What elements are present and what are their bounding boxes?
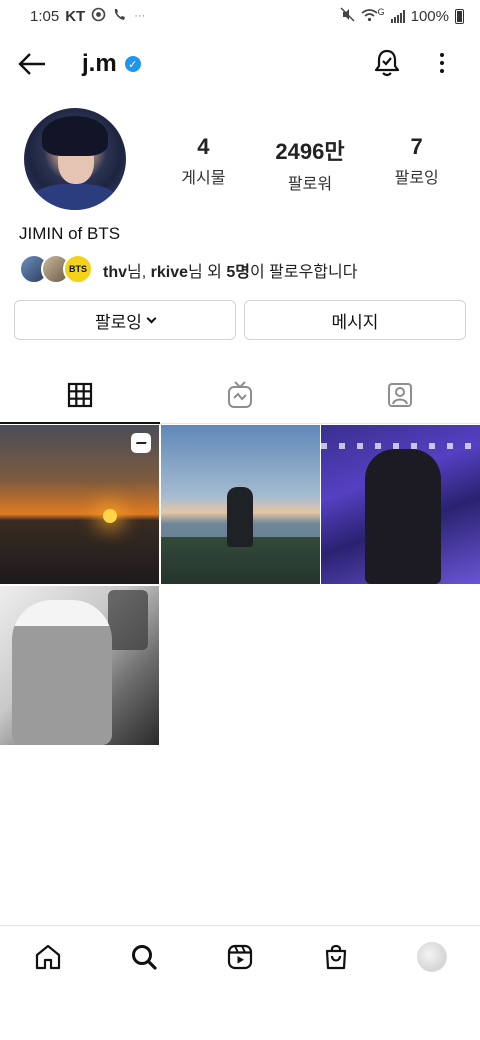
status-left: 1:05 KT ··· xyxy=(30,7,145,25)
tab-tagged[interactable] xyxy=(320,366,480,423)
search-icon xyxy=(132,944,157,970)
username: j.m xyxy=(82,50,117,77)
back-arrow-icon xyxy=(18,53,45,75)
posts-grid xyxy=(0,425,480,745)
followed-by-row[interactable]: BTS thv님, rkive님 외 5명이 팔로우합니다 xyxy=(19,254,357,286)
following-count: 7 xyxy=(410,134,423,159)
post-thumbnail-bw-portrait[interactable] xyxy=(0,585,159,745)
post-thumbnail-sunset-reel[interactable] xyxy=(0,425,159,584)
battery-icon xyxy=(455,8,464,24)
status-bar: 1:05 KT ··· G 100% xyxy=(0,0,480,32)
igtv-icon xyxy=(228,380,252,408)
post-thumbnail-stage[interactable] xyxy=(321,425,480,584)
home-icon xyxy=(35,944,61,969)
bell-check-icon xyxy=(374,49,400,77)
followers-count: 2496만 xyxy=(275,139,345,164)
status-carrier: KT xyxy=(65,7,86,25)
tab-igtv[interactable] xyxy=(160,366,320,423)
profile-avatar-icon xyxy=(417,941,447,972)
profile-tabs xyxy=(0,366,480,424)
nav-search[interactable] xyxy=(96,926,192,988)
shop-bag-icon xyxy=(325,944,347,969)
follower-count-others: 5명 xyxy=(226,264,250,281)
posts-stat[interactable]: 4 게시물 xyxy=(150,134,257,194)
nav-profile[interactable] xyxy=(384,926,480,988)
following-button[interactable]: 팔로잉 xyxy=(14,300,236,340)
followed-by-text: thv님, rkive님 외 5명이 팔로우합니다 xyxy=(103,264,358,281)
signal-icon xyxy=(390,9,405,23)
battery-percent: 100% xyxy=(410,7,449,25)
nav-home[interactable] xyxy=(0,926,96,988)
call-notification-icon xyxy=(112,7,128,25)
profile-header: j.m ✓ xyxy=(0,40,480,88)
back-button[interactable] xyxy=(16,50,48,78)
nav-reels[interactable] xyxy=(192,926,288,988)
followed-by-avatars: BTS xyxy=(19,254,93,286)
verified-badge-icon: ✓ xyxy=(124,56,141,72)
following-button-label: 팔로잉 xyxy=(95,312,142,332)
follower-name-1: thv xyxy=(103,264,127,281)
profile-stats: 4 게시물 2496만 팔로워 7 팔로잉 xyxy=(150,134,470,194)
message-button-label: 메시지 xyxy=(331,312,379,332)
post-thumbnail-seaside[interactable] xyxy=(160,425,320,584)
settings-notification-icon xyxy=(91,7,106,25)
follower-name-2: rkive xyxy=(150,264,188,281)
profile-avatar[interactable] xyxy=(24,108,126,210)
bottom-navigation xyxy=(0,925,480,987)
display-name: JIMIN of BTS xyxy=(19,224,121,243)
posts-count: 4 xyxy=(197,134,210,159)
dot-icon xyxy=(440,61,444,65)
message-button[interactable]: 메시지 xyxy=(244,300,466,340)
status-right: G 100% xyxy=(340,7,464,25)
posts-label: 게시물 xyxy=(181,170,226,187)
dot-icon xyxy=(440,53,444,57)
network-type: G xyxy=(377,7,385,17)
following-label: 팔로잉 xyxy=(394,170,439,187)
wifi-icon xyxy=(361,8,378,25)
reel-icon xyxy=(131,433,151,453)
chevron-down-icon xyxy=(146,313,157,323)
reels-icon xyxy=(227,944,253,969)
more-options-button[interactable] xyxy=(432,48,452,78)
following-stat[interactable]: 7 팔로잉 xyxy=(363,134,470,194)
notifications-button[interactable] xyxy=(372,48,402,78)
tab-posts-grid[interactable] xyxy=(0,366,160,424)
tagged-user-icon xyxy=(388,382,412,407)
nav-shop[interactable] xyxy=(288,926,384,988)
follower-avatar-bts: BTS xyxy=(63,254,93,284)
grid-icon xyxy=(67,382,93,407)
followers-label: 팔로워 xyxy=(287,176,333,193)
followers-stat[interactable]: 2496만 팔로워 xyxy=(257,134,364,194)
more-notifications-indicator: ··· xyxy=(134,10,146,22)
mute-icon xyxy=(340,7,355,25)
username-area: j.m ✓ xyxy=(82,50,141,78)
dot-icon xyxy=(440,69,444,73)
status-time: 1:05 xyxy=(30,7,60,25)
